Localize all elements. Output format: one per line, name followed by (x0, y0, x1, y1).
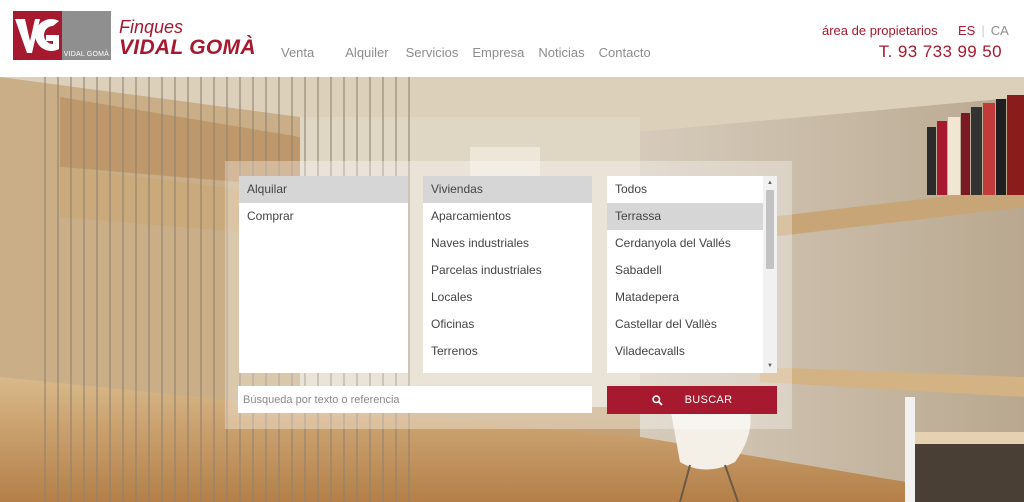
operation-option[interactable]: Comprar (239, 203, 408, 230)
brand-name-top: Finques (119, 17, 184, 37)
nav-item-empresa[interactable]: Empresa (472, 45, 524, 60)
logo-caption: VIDAL GOMÀ (63, 51, 109, 58)
property-type-option[interactable]: Aparcamientos (423, 203, 592, 230)
operation-option[interactable]: Alquilar (239, 176, 408, 203)
city-listbox[interactable]: Todos Terrassa Cerdanyola del Vallés Sab… (607, 176, 777, 373)
property-type-option[interactable]: Locales (423, 284, 592, 311)
language-es[interactable]: ES (958, 23, 975, 38)
property-type-option[interactable]: Parcelas industriales (423, 257, 592, 284)
city-option[interactable]: Cerdanyola del Vallés (607, 230, 763, 257)
city-option[interactable]: Todos (607, 176, 763, 203)
city-option[interactable]: Sabadell (607, 257, 763, 284)
property-type-option[interactable]: Viviendas (423, 176, 592, 203)
property-type-option[interactable]: Naves industriales (423, 230, 592, 257)
city-option[interactable]: Viladecavalls (607, 338, 763, 365)
search-icon (651, 394, 663, 406)
nav-item-servicios[interactable]: Servicios (406, 45, 459, 60)
site-header: VIDAL GOMÀ Finques VIDAL GOMÀ Venta Alqu… (0, 0, 1024, 77)
search-button[interactable]: BUSCAR (607, 386, 777, 414)
brand-name-bottom: VIDAL GOMÀ (119, 36, 256, 59)
nav-item-alquiler[interactable]: Alquiler (345, 45, 388, 60)
logo-grey-block: VIDAL GOMÀ (62, 11, 111, 60)
phone-number: T. 93 733 99 50 (878, 42, 1002, 61)
property-type-option[interactable]: Terrenos (423, 338, 592, 365)
property-type-option[interactable]: Oficinas (423, 311, 592, 338)
scrollbar-thumb[interactable] (766, 190, 774, 269)
scroll-down-arrow-icon[interactable]: ▼ (763, 359, 777, 373)
operation-listbox[interactable]: Alquilar Comprar (239, 176, 408, 373)
property-type-listbox[interactable]: Viviendas Aparcamientos Naves industrial… (423, 176, 592, 373)
city-option[interactable]: Matadepera (607, 284, 763, 311)
nav-item-noticias[interactable]: Noticias (538, 45, 584, 60)
logo-vg-mark (13, 11, 62, 60)
city-option[interactable]: Castellar del Vallès (607, 311, 763, 338)
nav-item-venta[interactable]: Venta (281, 45, 314, 60)
language-switcher: ES | CA (958, 23, 1009, 38)
main-nav: Venta Alquiler Servicios Empresa Noticia… (281, 45, 665, 60)
city-listbox-scrollbar[interactable]: ▲ ▼ (763, 176, 777, 373)
logo[interactable]: VIDAL GOMÀ (13, 11, 111, 60)
city-option[interactable]: Terrassa (607, 203, 763, 230)
scroll-up-arrow-icon[interactable]: ▲ (763, 176, 777, 190)
brand-name[interactable]: Finques VIDAL GOMÀ (119, 18, 256, 58)
language-ca[interactable]: CA (991, 23, 1009, 38)
language-separator: | (981, 23, 985, 38)
owners-area-link[interactable]: área de propietarios (822, 23, 938, 38)
nav-item-contacto[interactable]: Contacto (599, 45, 651, 60)
search-text-input[interactable] (238, 386, 592, 413)
search-button-label: BUSCAR (684, 394, 733, 406)
